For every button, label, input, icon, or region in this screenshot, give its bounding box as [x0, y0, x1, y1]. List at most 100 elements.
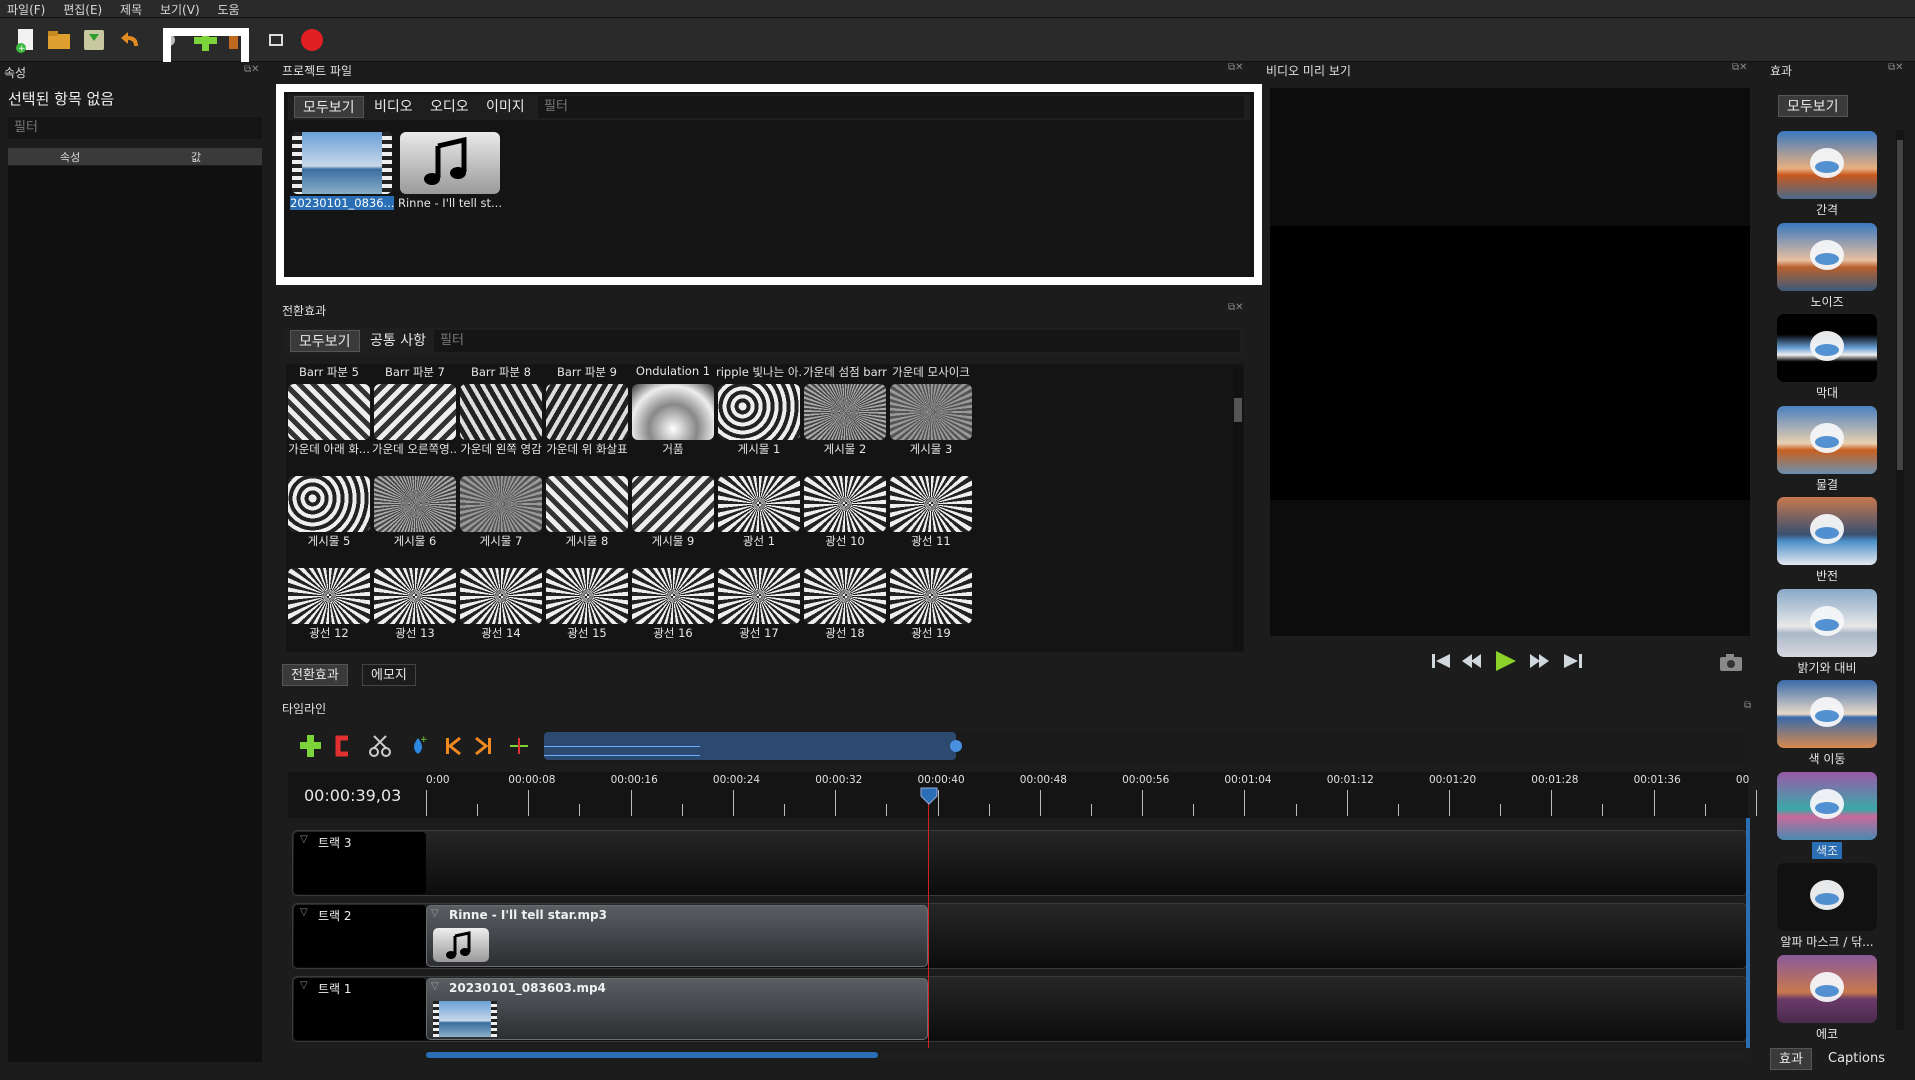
transition-thumbnail[interactable] [804, 476, 886, 532]
razor-scissors-icon[interactable] [369, 735, 391, 757]
bottom-tab-captions[interactable]: Captions [1820, 1048, 1893, 1070]
transition-thumbnail[interactable] [546, 384, 628, 440]
effect-thumbnail[interactable] [1777, 222, 1877, 291]
effect-thumbnail[interactable] [1777, 588, 1877, 657]
properties-filter-input[interactable]: 필터 [8, 117, 262, 139]
effect-thumbnail[interactable] [1777, 863, 1877, 931]
transition-thumbnail[interactable] [460, 384, 542, 440]
transition-thumbnail[interactable] [546, 476, 628, 532]
transitions-filter-input[interactable]: 필터 [434, 330, 1240, 352]
track-collapse-icon[interactable]: ▽ [300, 980, 308, 991]
transition-thumbnail[interactable] [718, 568, 800, 624]
effect-thumbnail[interactable] [1777, 405, 1877, 474]
transition-thumbnail[interactable] [460, 568, 542, 624]
menu-help[interactable]: 도움 [210, 0, 246, 19]
transition-thumbnail[interactable] [288, 568, 370, 624]
center-playhead-icon[interactable] [510, 738, 528, 754]
timeline-zoom-bar[interactable] [544, 730, 1744, 762]
transitions-dock-icon[interactable]: ⧉✕ [1228, 302, 1244, 313]
effect-thumbnail[interactable] [1777, 131, 1877, 199]
transition-thumbnail[interactable] [374, 568, 456, 624]
effects-scrollbar[interactable] [1896, 130, 1904, 1030]
transition-thumbnail[interactable] [632, 568, 714, 624]
transitions-tab-common[interactable]: 공통 사항 [362, 330, 434, 352]
preview-dock-icon[interactable]: ⧉✕ [1732, 62, 1748, 73]
transition-thumbnail[interactable] [804, 568, 886, 624]
track-collapse-icon[interactable]: ▽ [300, 907, 308, 918]
zoom-slider-handle[interactable] [950, 740, 962, 752]
next-marker-icon[interactable] [475, 736, 491, 756]
menu-view[interactable]: 보기(V) [153, 0, 207, 19]
track-header[interactable]: ▽ 트랙 3 [294, 832, 426, 894]
audio-file-thumbnail[interactable] [400, 132, 500, 194]
transition-thumbnail[interactable] [890, 568, 972, 624]
effects-dock-icon[interactable]: ⧉✕ [1888, 62, 1904, 73]
track-header[interactable]: ▽ 트랙 2 [294, 905, 426, 967]
clip-menu-icon[interactable]: ▽ [431, 981, 439, 992]
transition-thumbnail[interactable] [460, 476, 542, 532]
effect-thumbnail[interactable] [1777, 680, 1877, 748]
audio-file-label[interactable]: Rinne - I'll tell st... [398, 196, 502, 210]
transition-thumbnail[interactable] [288, 476, 370, 532]
timeline-track[interactable] [292, 830, 1747, 896]
play-icon[interactable] [1496, 651, 1516, 671]
transition-thumbnail[interactable] [804, 384, 886, 440]
transitions-tab-all[interactable]: 모두보기 [290, 330, 360, 352]
track-header[interactable]: ▽ 트랙 1 [294, 978, 426, 1040]
menu-edit[interactable]: 편집(E) [56, 0, 109, 19]
video-file-thumbnail[interactable] [292, 132, 392, 194]
effect-thumbnail[interactable] [1777, 954, 1877, 1023]
timeline-vertical-scrollbar[interactable] [1746, 818, 1750, 1048]
playhead-handle[interactable] [920, 786, 938, 806]
bottom-tab-emoji[interactable]: 에모지 [362, 664, 416, 686]
jump-start-icon[interactable] [1432, 654, 1450, 668]
open-project-icon[interactable] [45, 26, 73, 54]
snapping-magnet-icon[interactable] [335, 735, 348, 757]
menu-title[interactable]: 제목 [113, 0, 149, 19]
tab-all[interactable]: 모두보기 [294, 96, 364, 118]
export-video-icon[interactable] [298, 26, 326, 54]
audio-clip[interactable]: ▽ Rinne - I'll tell star.mp3 [426, 905, 928, 967]
effects-tab-all[interactable]: 모두보기 [1778, 95, 1848, 117]
effect-thumbnail[interactable] [1777, 314, 1877, 382]
camera-icon[interactable] [1718, 652, 1744, 672]
tab-video[interactable]: 비디오 [366, 96, 421, 118]
transition-thumbnail[interactable] [632, 384, 714, 440]
transition-thumbnail[interactable] [374, 476, 456, 532]
project-files-dock-icon[interactable]: ⧉✕ [1228, 62, 1244, 73]
transition-thumbnail[interactable] [288, 384, 370, 440]
transition-thumbnail[interactable] [890, 384, 972, 440]
effect-thumbnail[interactable] [1777, 771, 1877, 840]
bottom-tab-effects[interactable]: 효과 [1770, 1048, 1812, 1070]
video-clip[interactable]: ▽ 20230101_083603.mp4 [426, 978, 928, 1040]
dock-float-close-icon[interactable]: ⧉✕ [244, 64, 260, 75]
fast-forward-icon[interactable] [1530, 654, 1549, 668]
save-project-icon[interactable] [80, 26, 108, 54]
menu-file[interactable]: 파일(F) [0, 0, 52, 19]
effect-thumbnail[interactable] [1777, 497, 1877, 565]
transition-thumbnail[interactable] [718, 384, 800, 440]
jump-end-icon[interactable] [1564, 654, 1582, 668]
transition-thumbnail[interactable] [374, 384, 456, 440]
fullscreen-icon[interactable] [262, 26, 290, 54]
clip-menu-icon[interactable]: ▽ [431, 908, 439, 919]
transition-thumbnail[interactable] [890, 476, 972, 532]
undo-icon[interactable] [118, 26, 146, 54]
add-marker-icon[interactable]: + [414, 735, 428, 754]
tab-image[interactable]: 이미지 [478, 96, 533, 118]
project-files-filter-input[interactable]: 필터 [538, 96, 1244, 118]
transitions-scrollbar[interactable] [1233, 368, 1243, 650]
transition-thumbnail[interactable] [632, 476, 714, 532]
playhead-line[interactable] [928, 792, 929, 1048]
video-file-label[interactable]: 20230101_0836... [290, 196, 394, 210]
transition-thumbnail[interactable] [546, 568, 628, 624]
transition-thumbnail[interactable] [718, 476, 800, 532]
tab-audio[interactable]: 오디오 [422, 96, 477, 118]
bottom-tab-transitions[interactable]: 전환효과 [282, 664, 348, 686]
rewind-icon[interactable] [1462, 654, 1481, 668]
previous-marker-icon[interactable] [446, 736, 461, 756]
add-track-icon[interactable] [300, 735, 321, 757]
new-project-icon[interactable]: + [12, 26, 40, 54]
track-collapse-icon[interactable]: ▽ [300, 834, 308, 845]
timeline-dock-icon[interactable]: ⧉ [1744, 700, 1751, 711]
